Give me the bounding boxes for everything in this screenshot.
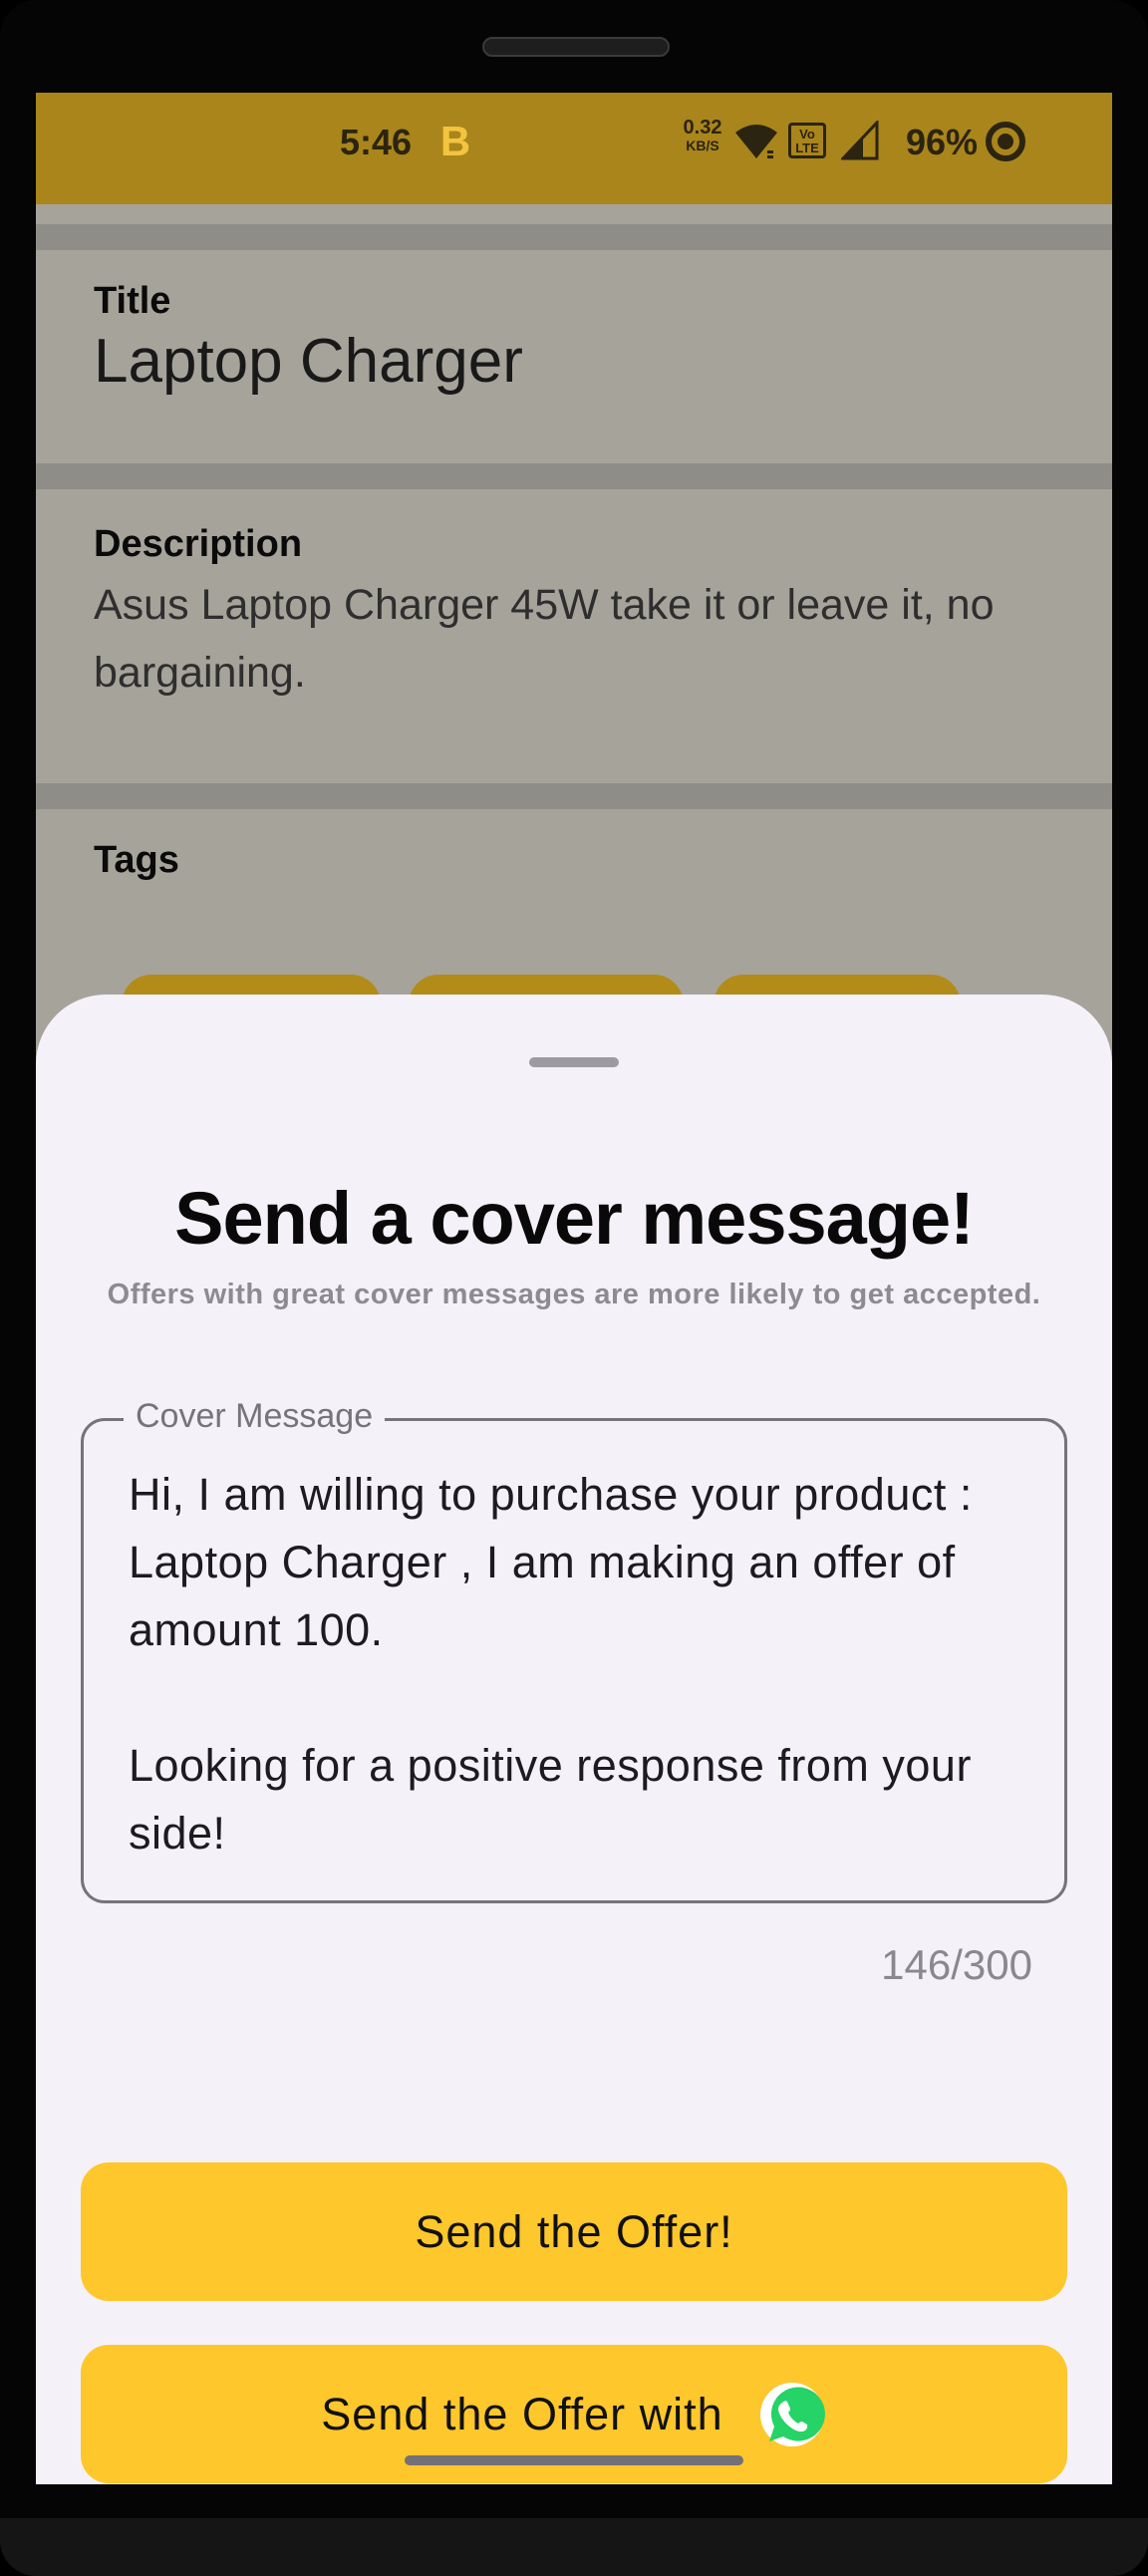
battery-percentage: 96% <box>906 122 979 162</box>
send-offer-label: Send the Offer! <box>415 2205 733 2257</box>
cover-message-sheet: Send a cover message! Offers with great … <box>36 995 1112 2484</box>
send-offer-whatsapp-label: Send the Offer with <box>321 2388 723 2439</box>
cover-message-label: Cover Message <box>124 1397 386 1436</box>
app-notification-icon: B <box>439 118 471 164</box>
title-value: Laptop Charger <box>94 327 523 396</box>
battery-ring-icon <box>986 122 1025 161</box>
app-screen: 5:46 B 0.32 KB/S Vo LTE 96% Title Laptop… <box>36 93 1112 2484</box>
network-speed: 0.32 KB/S <box>674 117 731 154</box>
sheet-title: Send a cover message! <box>174 1177 975 1260</box>
cover-message-field[interactable]: Cover Message Hi, I am willing to purcha… <box>81 1397 1067 1903</box>
signal-icon <box>841 121 879 160</box>
volte-icon: Vo LTE <box>788 123 826 158</box>
network-speed-unit: KB/S <box>686 138 719 153</box>
bottom-bezel <box>0 2518 1148 2576</box>
speaker-grille <box>482 37 670 57</box>
home-indicator[interactable] <box>405 2455 743 2465</box>
status-bar: 5:46 B 0.32 KB/S Vo LTE 96% <box>36 93 1112 204</box>
status-time: 5:46 <box>340 122 413 162</box>
sheet-drag-handle[interactable] <box>529 1057 619 1067</box>
tags-label: Tags <box>94 839 179 881</box>
wifi-icon <box>735 125 777 158</box>
send-offer-button[interactable]: Send the Offer! <box>81 2162 1067 2301</box>
title-section: Title Laptop Charger <box>36 224 1112 396</box>
phone-frame: 5:46 B 0.32 KB/S Vo LTE 96% Title Laptop… <box>0 0 1148 2576</box>
whatsapp-icon <box>759 2382 825 2446</box>
cover-message-input[interactable]: Hi, I am willing to purchase your produc… <box>129 1461 1055 1867</box>
description-value: Asus Laptop Charger 45W take it or leave… <box>94 581 995 697</box>
description-label: Description <box>94 523 303 565</box>
character-counter: 146/300 <box>881 1941 1032 1988</box>
network-speed-value: 0.32 <box>683 117 722 139</box>
description-section: Description Asus Laptop Charger 45W take… <box>36 463 1112 697</box>
title-label: Title <box>94 280 171 322</box>
sheet-subtitle: Offers with great cover messages are mor… <box>107 1279 1041 1310</box>
